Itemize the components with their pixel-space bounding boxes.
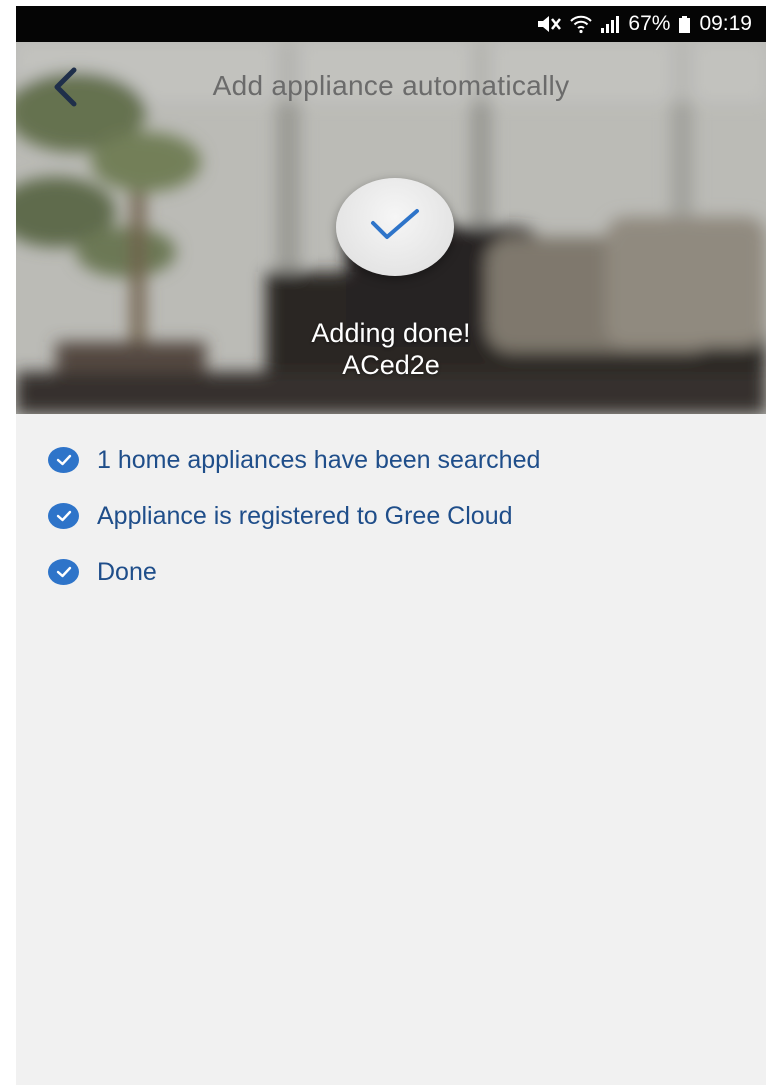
success-badge: [336, 178, 454, 276]
step-item-searched: 1 home appliances have been searched: [48, 440, 540, 480]
check-icon: [371, 209, 419, 239]
clock: 09:19: [699, 12, 752, 35]
app-screen: 67% 09:19 Add appliance automatically Ad…: [16, 6, 766, 1085]
battery-icon: [678, 14, 691, 34]
check-circle-icon: [48, 447, 79, 473]
page-title: Add appliance automatically: [212, 70, 570, 101]
step-item-registered: Appliance is registered to Gree Cloud: [48, 496, 513, 536]
battery-percent: 67%: [628, 12, 671, 35]
status-bar: 67% 09:19: [16, 6, 766, 42]
check-circle-icon: [48, 503, 79, 529]
hero-banner: Add appliance automatically Adding done!…: [16, 42, 766, 414]
step-label: Done: [97, 557, 157, 586]
step-label: Appliance is registered to Gree Cloud: [97, 501, 513, 530]
result-message: Adding done!: [311, 318, 471, 348]
status-icons: 67% 09:19: [536, 6, 752, 42]
mute-icon: [536, 14, 562, 34]
wifi-icon: [570, 14, 593, 34]
step-item-done: Done: [48, 552, 157, 592]
signal-icon: [600, 14, 620, 34]
step-label: 1 home appliances have been searched: [97, 445, 541, 474]
check-circle-icon: [48, 559, 79, 585]
device-name: ACed2e: [342, 350, 440, 380]
